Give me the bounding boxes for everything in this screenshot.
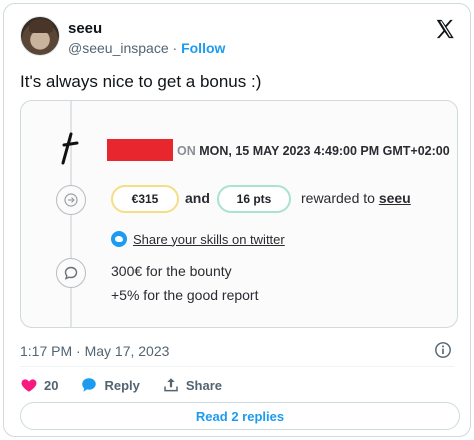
rewarded-user-link: seeu	[378, 190, 411, 206]
like-count: 20	[44, 377, 59, 393]
reply-label: Reply	[104, 377, 140, 393]
author-name[interactable]: seeu	[68, 20, 102, 37]
conjunction-text: and	[185, 190, 210, 206]
share-button[interactable]: Share	[162, 376, 222, 394]
arrow-circle-icon	[56, 185, 86, 215]
reply-button[interactable]: Reply	[80, 376, 140, 394]
author-handle[interactable]: @seeu_inspace	[68, 40, 169, 56]
tweet-text: It's always nice to get a bonus :)	[20, 72, 262, 91]
action-bar: 20 Reply Share	[20, 375, 244, 395]
share-link-text: Share your skills on twitter	[133, 231, 285, 247]
chat-bubble-icon	[56, 258, 86, 288]
redacted-block	[107, 139, 173, 161]
x-logo-icon[interactable]	[434, 18, 456, 40]
date-prefix: ON	[177, 144, 196, 158]
rewarded-to-line: rewarded to seeu	[301, 190, 411, 206]
speech-bubble-icon	[82, 378, 97, 392]
avatar[interactable]	[20, 16, 60, 56]
info-icon[interactable]	[434, 341, 452, 359]
reward-points-badge: 16 pts	[217, 185, 291, 213]
share-on-twitter-link: Share your skills on twitter	[111, 231, 285, 247]
tweet-card: seeu @seeu_inspace · Follow It's always …	[3, 3, 471, 437]
bounty-line-1: 300€ for the bounty	[111, 263, 232, 279]
heart-icon	[21, 379, 37, 392]
share-upload-icon	[164, 378, 178, 392]
share-label: Share	[185, 377, 223, 393]
tweet-timestamp[interactable]: 1:17 PM · May 17, 2023	[20, 343, 169, 359]
handle-separator: ·	[172, 40, 178, 56]
rewarded-to-label: rewarded to	[301, 190, 375, 206]
divider	[20, 366, 454, 367]
bounty-line-2: +5% for the good report	[111, 287, 259, 303]
pen-mark-icon	[61, 132, 79, 165]
date-text: MON, 15 MAY 2023 4:49:00 PM GMT+02:00	[199, 144, 450, 158]
like-button[interactable]: 20	[20, 376, 58, 394]
read-replies-button[interactable]: Read 2 replies	[20, 402, 460, 430]
follow-button[interactable]: Follow	[181, 40, 225, 56]
author-handle-row: @seeu_inspace · Follow	[68, 40, 225, 56]
reward-amount-badge: €315	[111, 185, 179, 213]
report-date: ON MON, 15 MAY 2023 4:49:00 PM GMT+02:00	[177, 144, 450, 158]
tweet-media-image[interactable]: ON MON, 15 MAY 2023 4:49:00 PM GMT+02:00…	[20, 100, 458, 328]
twitter-bird-icon	[111, 231, 127, 247]
